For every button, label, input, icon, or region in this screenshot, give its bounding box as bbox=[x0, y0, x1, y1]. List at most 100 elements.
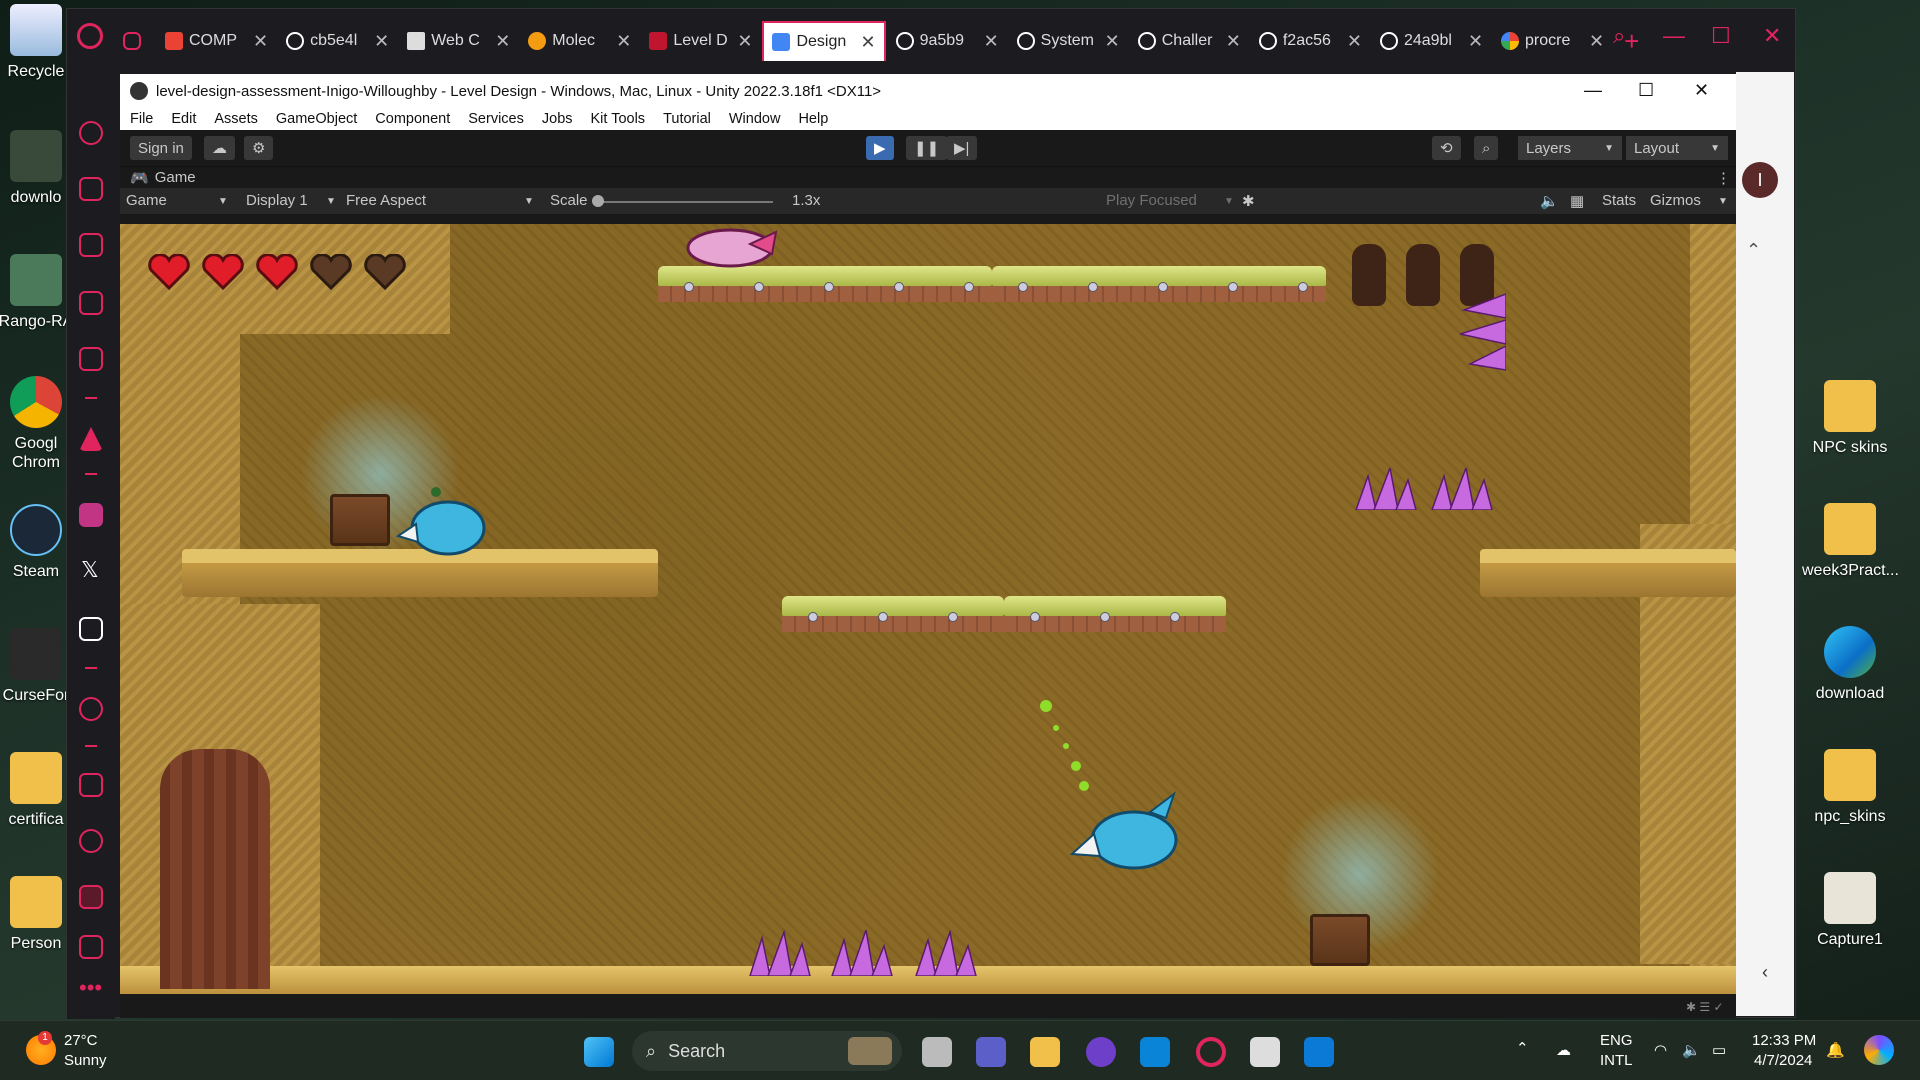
pause-button[interactable]: ❚❚ bbox=[906, 136, 948, 160]
layers-dropdown[interactable]: Layers ▼ bbox=[1518, 136, 1622, 160]
chevron-up-icon[interactable]: ⌃ bbox=[1746, 240, 1761, 261]
gamepad-icon[interactable] bbox=[79, 347, 103, 371]
opera-icon[interactable] bbox=[1196, 1037, 1226, 1067]
menu-jobs[interactable]: Jobs bbox=[542, 111, 573, 127]
menu-window[interactable]: Window bbox=[729, 111, 781, 127]
tab-web[interactable]: Web C ✕ bbox=[399, 24, 518, 58]
opera-logo-icon[interactable] bbox=[77, 23, 103, 49]
stats-button[interactable]: Stats bbox=[1602, 192, 1636, 209]
desktop-icon-capture1[interactable]: Capture1 bbox=[1802, 872, 1898, 949]
play-button[interactable]: ▶ bbox=[866, 136, 894, 160]
tab-system[interactable]: System ✕ bbox=[1009, 24, 1128, 58]
teams-icon[interactable] bbox=[976, 1037, 1006, 1067]
mail-icon[interactable] bbox=[1140, 1037, 1170, 1067]
copilot-icon[interactable] bbox=[1864, 1035, 1894, 1065]
bell-icon[interactable]: 🔔 bbox=[1826, 1041, 1845, 1060]
bug-icon[interactable]: ✱ bbox=[1242, 192, 1255, 210]
chevron-up-icon[interactable]: ⌃ bbox=[1516, 1039, 1529, 1058]
pinboard-icon[interactable] bbox=[79, 885, 103, 909]
desktop-icon-npc-skins-2[interactable]: npc_skins bbox=[1802, 749, 1898, 826]
menu-tutorial[interactable]: Tutorial bbox=[663, 111, 711, 127]
view-dropdown[interactable]: Game bbox=[126, 192, 167, 209]
tab-challenge[interactable]: Challer ✕ bbox=[1130, 24, 1249, 58]
menu-file[interactable]: File bbox=[130, 111, 153, 127]
twitch-icon[interactable] bbox=[79, 233, 103, 257]
instagram-icon[interactable] bbox=[79, 503, 103, 527]
cloud-icon[interactable]: ☁ bbox=[204, 136, 235, 160]
search-tabs-icon[interactable]: ⌕ bbox=[1613, 23, 1625, 49]
a-logo-icon[interactable] bbox=[79, 427, 103, 451]
speaker-icon[interactable]: 🔈 bbox=[1682, 1041, 1701, 1060]
scale-slider-handle[interactable] bbox=[592, 195, 604, 207]
close-icon[interactable]: ✕ bbox=[1347, 31, 1362, 52]
menu-help[interactable]: Help bbox=[798, 111, 828, 127]
github-desktop-icon[interactable] bbox=[1086, 1037, 1116, 1067]
gizmos-dropdown[interactable]: Gizmos bbox=[1650, 192, 1701, 209]
desktop-icon-week3[interactable]: week3Pract... bbox=[1802, 503, 1898, 580]
battery-icon[interactable]: ▭ bbox=[1712, 1041, 1726, 1060]
desktop-icon-edge-download[interactable]: download bbox=[1802, 626, 1898, 703]
onedrive-icon[interactable]: ☁ bbox=[1556, 1041, 1571, 1060]
speaker-icon[interactable]: 🔈 bbox=[1540, 192, 1559, 210]
maximize-button[interactable]: ☐ bbox=[1638, 80, 1654, 101]
minimize-button[interactable]: — bbox=[1584, 80, 1602, 101]
close-icon[interactable]: ✕ bbox=[1226, 31, 1241, 52]
file-explorer-icon[interactable] bbox=[1030, 1037, 1060, 1067]
kebab-menu-icon[interactable]: ⋮ bbox=[1716, 169, 1731, 187]
task-view-icon[interactable] bbox=[922, 1037, 952, 1067]
player-icon[interactable] bbox=[79, 697, 103, 721]
new-tab-button[interactable]: + bbox=[1624, 26, 1639, 57]
close-icon[interactable]: ✕ bbox=[616, 31, 631, 52]
close-icon[interactable]: ✕ bbox=[1105, 31, 1120, 52]
game-view-tab[interactable]: 🎮 Game ⋮ bbox=[120, 166, 1736, 188]
vscode-icon[interactable] bbox=[1304, 1037, 1334, 1067]
minimize-button[interactable]: — bbox=[1663, 23, 1685, 49]
close-icon[interactable]: ✕ bbox=[374, 31, 389, 52]
speed-dial-icon[interactable] bbox=[79, 121, 103, 145]
tab-cb5e4[interactable]: cb5e4l ✕ bbox=[278, 24, 397, 58]
history-icon[interactable] bbox=[79, 829, 103, 853]
avatar[interactable]: I bbox=[1742, 162, 1778, 198]
tab-procreate[interactable]: procre ✕ bbox=[1493, 24, 1612, 58]
tab-design[interactable]: Design ✕ bbox=[762, 21, 886, 61]
play-focused-dropdown[interactable]: Play Focused bbox=[1106, 192, 1197, 209]
desktop-icon-npc-skins[interactable]: NPC skins bbox=[1802, 380, 1898, 457]
menu-kit-tools[interactable]: Kit Tools bbox=[591, 111, 646, 127]
grid-icon[interactable]: ▦ bbox=[1570, 192, 1584, 210]
wifi-icon[interactable]: ◠ bbox=[1654, 1041, 1667, 1060]
tab-9a5b9[interactable]: 9a5b9 ✕ bbox=[888, 24, 1007, 58]
language-indicator[interactable]: ENG bbox=[1600, 1031, 1633, 1050]
menu-edit[interactable]: Edit bbox=[171, 111, 196, 127]
maximize-button[interactable]: ☐ bbox=[1711, 23, 1731, 49]
tab-comp[interactable]: COMP ✕ bbox=[157, 24, 276, 58]
tab-gamepad[interactable] bbox=[115, 24, 155, 58]
windows-start-icon[interactable] bbox=[584, 1037, 614, 1067]
close-icon[interactable]: ✕ bbox=[1589, 31, 1604, 52]
close-icon[interactable]: ✕ bbox=[1468, 31, 1483, 52]
aria-icon[interactable] bbox=[79, 291, 103, 315]
close-icon[interactable]: ✕ bbox=[253, 31, 268, 52]
taskbar-search[interactable]: ⌕ Search bbox=[632, 1031, 902, 1071]
menu-gameobject[interactable]: GameObject bbox=[276, 111, 357, 127]
bag-icon[interactable] bbox=[79, 177, 103, 201]
discord-icon[interactable] bbox=[79, 617, 103, 641]
tab-molec[interactable]: Molec ✕ bbox=[520, 24, 639, 58]
game-viewport[interactable] bbox=[120, 224, 1736, 994]
tab-f2ac56[interactable]: f2ac56 ✕ bbox=[1251, 24, 1370, 58]
search-icon[interactable]: ⌕ bbox=[1474, 136, 1499, 160]
sign-in-button[interactable]: Sign in bbox=[130, 136, 192, 160]
menu-services[interactable]: Services bbox=[468, 111, 524, 127]
aspect-dropdown[interactable]: Free Aspect bbox=[346, 192, 426, 209]
close-button[interactable]: ✕ bbox=[1694, 80, 1709, 101]
layout-dropdown[interactable]: Layout ▼ bbox=[1626, 136, 1728, 160]
unity-icon[interactable] bbox=[1250, 1037, 1280, 1067]
close-icon[interactable]: ✕ bbox=[495, 31, 510, 52]
chevron-left-icon[interactable]: ‹ bbox=[1762, 962, 1768, 983]
history-icon[interactable]: ⟲ bbox=[1432, 136, 1461, 160]
display-dropdown[interactable]: Display 1 bbox=[246, 192, 308, 209]
gallery-icon[interactable] bbox=[79, 935, 103, 959]
step-button[interactable]: ▶| bbox=[946, 136, 978, 160]
close-button[interactable]: ✕ bbox=[1763, 23, 1781, 49]
menu-assets[interactable]: Assets bbox=[214, 111, 258, 127]
clock[interactable]: 12:33 PM bbox=[1752, 1031, 1816, 1050]
